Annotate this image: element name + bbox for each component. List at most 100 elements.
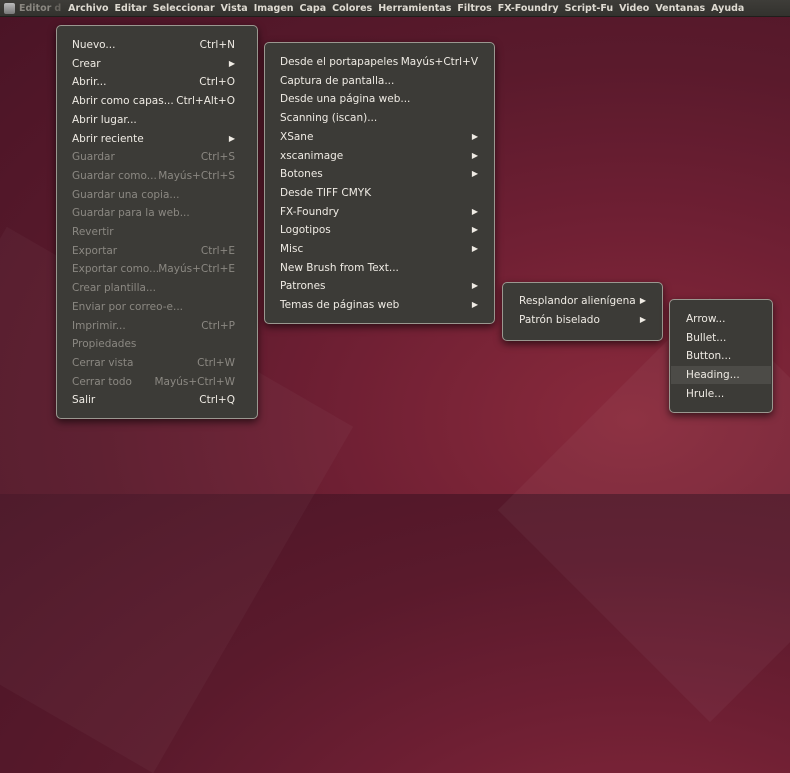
menu-item-label: Bullet... — [686, 331, 727, 344]
menu-item-cerrar-todo[interactable]: Cerrar todo Mayús+Ctrl+W — [72, 373, 235, 391]
menubar-item-colores[interactable]: Colores — [329, 3, 375, 14]
shortcut-label: Mayús+Ctrl+W — [154, 375, 236, 388]
submenu-arrow-icon: ▶ — [228, 58, 235, 68]
menu-item-abrir[interactable]: Abrir... Ctrl+O — [72, 73, 235, 91]
menu-item-resplandor-alienigena[interactable]: Resplandor alienígena ▶ — [519, 292, 646, 310]
menu-item-label: Heading... — [686, 369, 740, 382]
menu-item-label: Guardar como... — [72, 169, 157, 182]
menu-item-desde-una-pagina-web[interactable]: Desde una página web... — [280, 90, 478, 108]
menubar-item-fx-foundry[interactable]: FX-Foundry — [495, 3, 562, 14]
menu-item-abrir-lugar[interactable]: Abrir lugar... — [72, 111, 235, 129]
menu-item-guardar-como[interactable]: Guardar como... Mayús+Ctrl+S — [72, 167, 235, 185]
menu-item-new-brush-from-text[interactable]: New Brush from Text... — [280, 259, 478, 277]
menubar-item-imagen[interactable]: Imagen — [251, 3, 297, 14]
shortcut-label: Mayús+Ctrl+S — [158, 169, 235, 182]
menubar-item-video[interactable]: Video — [616, 3, 652, 14]
menu-item-patrones[interactable]: Patrones ▶ — [280, 277, 478, 295]
menu-item-label: Cerrar todo — [72, 375, 132, 388]
menu-item-arrow[interactable]: Arrow... — [686, 310, 764, 328]
menu-item-temas-de-paginas-web[interactable]: Temas de páginas web ▶ — [280, 296, 478, 314]
menu-item-botones[interactable]: Botones ▶ — [280, 165, 478, 183]
menu-item-label: Misc — [280, 243, 304, 255]
submenu-arrow-icon: ▶ — [228, 133, 235, 143]
submenu-arrow-icon: ▶ — [471, 281, 478, 291]
menu-item-exportar[interactable]: Exportar Ctrl+E — [72, 242, 235, 260]
menu-item-scanning-iscan[interactable]: Scanning (iscan)... — [280, 109, 478, 127]
submenu-arrow-icon: ▶ — [471, 169, 478, 179]
menu-item-patron-biselado[interactable]: Patrón biselado ▶ — [519, 311, 646, 329]
menu-item-label: xscanimage — [280, 149, 344, 162]
menu-item-desde-tiff-cmyk[interactable]: Desde TIFF CMYK — [280, 184, 478, 202]
menubar-item-editar[interactable]: Editar — [112, 3, 150, 14]
shortcut-label: Mayús+Ctrl+V — [400, 56, 478, 68]
menu-item-nuevo[interactable]: Nuevo... Ctrl+N — [72, 36, 235, 54]
menubar: Editor d Archivo Editar Seleccionar Vist… — [0, 0, 790, 17]
menu-item-crear[interactable]: Crear ▶ — [72, 55, 235, 73]
menubar-item-vista[interactable]: Vista — [218, 3, 251, 14]
menu-item-label: Guardar una copia... — [72, 188, 180, 201]
shortcut-label: Ctrl+E — [200, 244, 235, 257]
patron-biselado-submenu: Arrow... Bullet... Button... Heading... Hrul… — [669, 299, 773, 413]
menu-item-label: Resplandor alienígena — [519, 295, 636, 307]
submenu-arrow-icon: ▶ — [471, 131, 478, 141]
menu-item-label: Exportar como... — [72, 263, 160, 276]
menu-item-button[interactable]: Button... — [686, 347, 764, 365]
menu-item-label: XSane — [280, 130, 314, 143]
menu-item-hrule[interactable]: Hrule... — [686, 385, 764, 403]
menu-item-label: Desde el portapapeles — [280, 56, 399, 68]
menu-item-abrir-como-capas[interactable]: Abrir como capas... Ctrl+Alt+O — [72, 92, 235, 110]
crear-submenu: Desde el portapapeles Mayús+Ctrl+V Captura… — [264, 42, 495, 324]
menubar-item-herramientas[interactable]: Herramientas — [375, 3, 454, 14]
menubar-item-seleccionar[interactable]: Seleccionar — [150, 3, 218, 14]
menu-item-label: Abrir como capas... — [72, 95, 174, 108]
menu-item-label: Abrir... — [72, 76, 107, 89]
menu-item-captura-de-pantalla[interactable]: Captura de pantalla... — [280, 72, 478, 90]
shortcut-label: Ctrl+P — [201, 319, 235, 332]
shortcut-label: Ctrl+N — [199, 39, 235, 51]
shortcut-label: Ctrl+Q — [199, 394, 235, 407]
menu-item-label: Cerrar vista — [72, 356, 134, 369]
menu-item-cerrar-vista[interactable]: Cerrar vista Ctrl+W — [72, 354, 235, 372]
menu-item-guardar[interactable]: Guardar Ctrl+S — [72, 148, 235, 166]
menubar-item-archivo[interactable]: Archivo — [65, 3, 111, 14]
menu-item-label: Arrow... — [686, 313, 726, 325]
menubar-item-filtros[interactable]: Filtros — [454, 3, 494, 14]
submenu-arrow-icon: ▶ — [639, 314, 646, 324]
menubar-item-ventanas[interactable]: Ventanas — [652, 3, 708, 14]
menu-item-enviar-por-correo-e[interactable]: Enviar por correo-e... — [72, 298, 235, 316]
menu-item-label: Hrule... — [686, 387, 725, 400]
menu-item-exportar-como[interactable]: Exportar como... Mayús+Ctrl+E — [72, 260, 235, 278]
shortcut-label: Ctrl+Alt+O — [176, 95, 235, 108]
menu-item-logotipos[interactable]: Logotipos ▶ — [280, 221, 478, 239]
menu-item-bullet[interactable]: Bullet... — [686, 329, 764, 347]
shortcut-label: Ctrl+O — [199, 76, 235, 89]
submenu-arrow-icon: ▶ — [471, 300, 478, 310]
menu-item-label: Logotipos — [280, 224, 331, 237]
menu-item-imprimir[interactable]: Imprimir... Ctrl+P — [72, 317, 235, 335]
menu-item-heading[interactable]: Heading... — [671, 366, 771, 385]
menu-item-fx-foundry[interactable]: FX-Foundry ▶ — [280, 203, 478, 221]
submenu-arrow-icon: ▶ — [639, 296, 646, 305]
menu-item-crear-plantilla[interactable]: Crear plantilla... — [72, 279, 235, 297]
menu-item-propiedades[interactable]: Propiedades — [72, 335, 235, 353]
menu-item-guardar-para-la-web[interactable]: Guardar para la web... — [72, 204, 235, 222]
temas-submenu: Resplandor alienígena ▶ Patrón biselado ▶ — [502, 282, 663, 341]
menu-item-desde-el-portapapeles[interactable]: Desde el portapapeles Mayús+Ctrl+V — [280, 53, 478, 71]
menu-item-salir[interactable]: Salir Ctrl+Q — [72, 391, 235, 409]
menu-item-abrir-reciente[interactable]: Abrir reciente ▶ — [72, 130, 235, 148]
menu-item-xscanimage[interactable]: xscanimage ▶ — [280, 147, 478, 165]
menu-item-label: Propiedades — [72, 338, 137, 351]
menubar-item-ayuda[interactable]: Ayuda — [708, 3, 747, 14]
menu-item-label: Captura de pantalla... — [280, 74, 395, 87]
menu-item-label: Abrir reciente — [72, 132, 144, 145]
shortcut-label: Ctrl+S — [200, 151, 235, 164]
menu-item-xsane[interactable]: XSane ▶ — [280, 128, 478, 146]
shortcut-label: Ctrl+W — [197, 356, 235, 369]
menubar-item-capa[interactable]: Capa — [297, 3, 330, 14]
menu-item-guardar-una-copia[interactable]: Guardar una copia... — [72, 186, 235, 204]
menu-item-label: Enviar por correo-e... — [72, 300, 184, 313]
menubar-item-script-fu[interactable]: Script-Fu — [562, 3, 616, 14]
submenu-arrow-icon: ▶ — [471, 150, 478, 160]
menu-item-misc[interactable]: Misc ▶ — [280, 240, 478, 258]
menu-item-revertir[interactable]: Revertir — [72, 223, 235, 241]
